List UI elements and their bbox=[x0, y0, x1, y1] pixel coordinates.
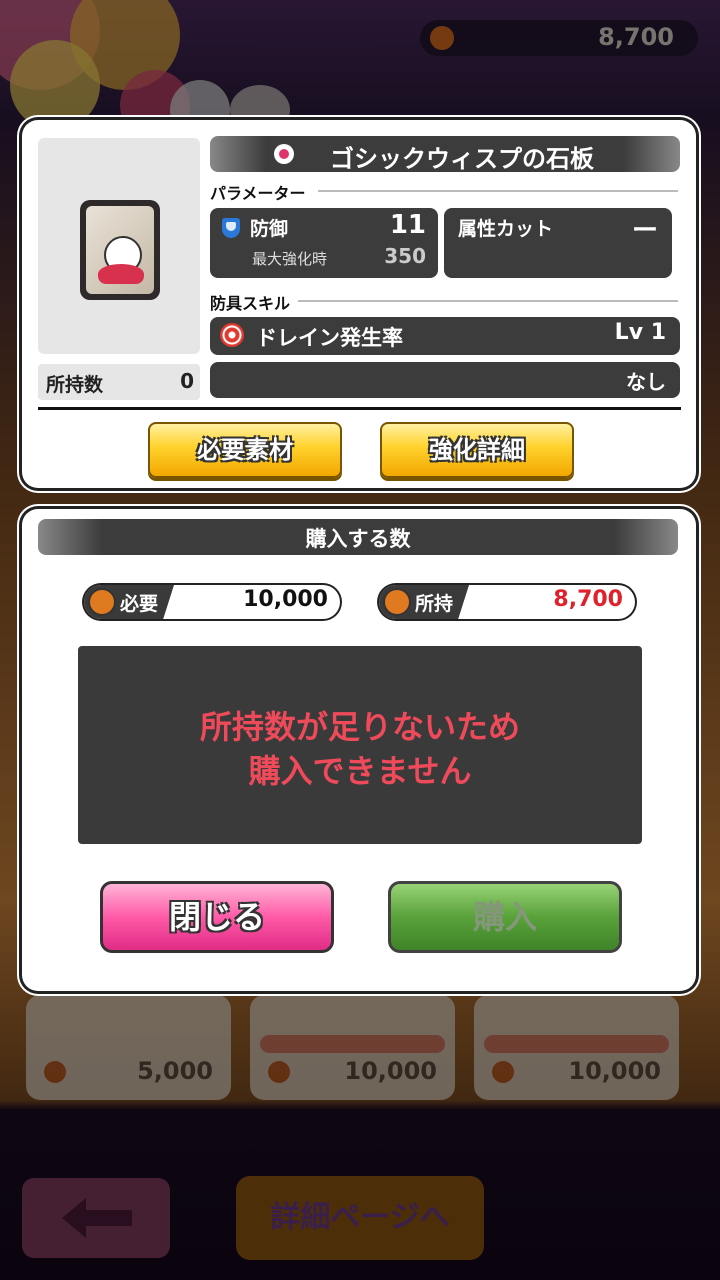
attribute-cut-label: 属性カット bbox=[458, 218, 554, 240]
item-name: ゴシックウィスプの石板 bbox=[330, 145, 594, 173]
required-currency-pill: 必要 10,000 bbox=[84, 585, 340, 619]
max-enhance-value: 350 bbox=[384, 244, 426, 268]
max-enhance-label: 最大強化時 bbox=[252, 250, 328, 268]
purchase-title-bar: 購入する数 bbox=[38, 519, 678, 555]
item-title-bar: ゴシックウィスプの石板 bbox=[210, 136, 680, 173]
insufficient-message-box: 所持数が足りないため 購入できません bbox=[78, 646, 642, 844]
defense-label: 防御 bbox=[250, 218, 289, 240]
stone-tablet-icon bbox=[80, 200, 160, 300]
divider bbox=[38, 407, 681, 410]
parameter-section-label: パラメーター bbox=[210, 184, 306, 203]
owned-count-value: 0 bbox=[180, 369, 194, 393]
pumpkin-icon bbox=[90, 590, 114, 614]
owned-count-row: 所持数 0 bbox=[38, 364, 200, 400]
divider bbox=[298, 300, 678, 302]
skill-name: ドレイン発生率 bbox=[256, 326, 403, 350]
close-button[interactable]: 閉じる bbox=[100, 881, 334, 953]
divider bbox=[318, 190, 678, 192]
purchase-title: 購入する数 bbox=[305, 527, 411, 551]
attribute-cut-value: ー bbox=[631, 216, 658, 246]
item-thumbnail-area bbox=[38, 138, 200, 354]
required-value: 10,000 bbox=[243, 587, 328, 612]
skill-row: ドレイン発生率 Lv 1 bbox=[210, 317, 680, 355]
owned-count-label: 所持数 bbox=[46, 374, 104, 396]
attribute-cut-box: 属性カット ー bbox=[444, 208, 672, 278]
required-label: 必要 bbox=[120, 593, 159, 615]
shield-icon bbox=[222, 218, 240, 238]
enhance-detail-button[interactable]: 強化詳細 bbox=[380, 422, 574, 478]
owned-value: 8,700 bbox=[553, 587, 623, 612]
required-materials-button[interactable]: 必要素材 bbox=[148, 422, 342, 478]
defense-stat-box: 防御 11 最大強化時 350 bbox=[210, 208, 438, 278]
buy-button[interactable]: 購入 bbox=[388, 881, 622, 953]
skill-none-value: なし bbox=[626, 370, 666, 394]
owned-currency-pill: 所持 8,700 bbox=[379, 585, 635, 619]
purchase-panel: 購入する数 必要 10,000 所持 8,700 所持数が足りないため 購入でき… bbox=[22, 509, 696, 991]
skill-row-empty: なし bbox=[210, 362, 680, 398]
message-line-2: 購入できません bbox=[248, 752, 472, 790]
item-info-panel: 所持数 0 ゴシックウィスプの石板 パラメーター 防御 11 最大強化時 350… bbox=[22, 120, 696, 488]
defense-value: 11 bbox=[389, 210, 426, 240]
skill-section-label: 防具スキル bbox=[210, 294, 291, 313]
owned-label: 所持 bbox=[415, 593, 454, 615]
skill-level: Lv 1 bbox=[614, 320, 666, 345]
pumpkin-icon bbox=[385, 590, 409, 614]
message-line-1: 所持数が足りないため bbox=[199, 708, 520, 746]
drain-swirl-icon bbox=[220, 323, 244, 347]
